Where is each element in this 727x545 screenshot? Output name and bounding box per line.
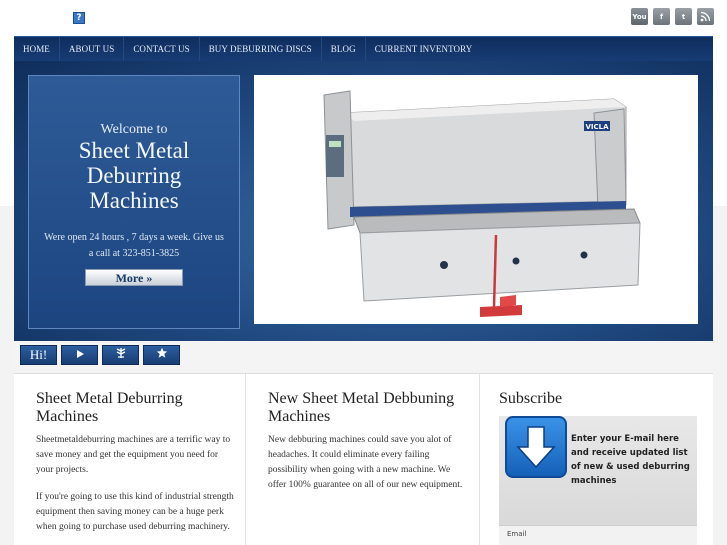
nav-about-us[interactable]: ABOUT US	[60, 36, 125, 62]
help-icon[interactable]: ?	[73, 12, 85, 24]
nav-buy-deburring-discs[interactable]: BUY DEBURRING DISCS	[200, 36, 322, 62]
machine-brand-label: VICLA	[585, 123, 609, 131]
star-icon	[156, 346, 168, 364]
column-1-paragraph-2: If you're going to use this kind of indu…	[36, 492, 234, 532]
top-bar: ? You f t	[0, 0, 727, 36]
nav-current-inventory[interactable]: CURRENT INVENTORY	[366, 37, 482, 62]
facebook-icon[interactable]: f	[653, 8, 670, 25]
column-2-paragraph-1: New debburing machines could save you al…	[268, 435, 463, 490]
more-button[interactable]: More »	[85, 269, 183, 286]
download-arrow-icon	[505, 416, 567, 478]
social-links: You f t	[631, 8, 714, 25]
hero-banner: Welcome to Sheet Metal Deburring Machine…	[14, 61, 713, 341]
main-navigation: HOME ABOUT US CONTACT US BUY DEBURRING D…	[14, 36, 713, 62]
column-sheet-metal: Sheet Metal Deburring Machines Sheetmeta…	[14, 374, 246, 545]
tab-star[interactable]	[143, 345, 180, 365]
machine-image: VICLA	[254, 75, 698, 324]
column-new-machines: New Sheet Metal Debbuning Machines New d…	[246, 374, 480, 545]
play-icon	[75, 346, 85, 364]
headline-line-3: Machines	[89, 188, 179, 213]
column-1-title: Sheet Metal Deburring Machines	[36, 390, 183, 425]
headline-line-1: Sheet Metal	[78, 138, 190, 163]
twitter-icon[interactable]: t	[675, 8, 692, 25]
welcome-text: Welcome to	[100, 122, 168, 137]
nav-blog[interactable]: BLOG	[322, 36, 366, 62]
tab-hi[interactable]: Hi!	[20, 345, 57, 365]
leaf-icon	[115, 346, 127, 364]
feature-tabs: Hi!	[14, 341, 713, 369]
welcome-panel: Welcome to Sheet Metal Deburring Machine…	[28, 75, 240, 329]
content-area: Sheet Metal Deburring Machines Sheetmeta…	[14, 373, 713, 545]
tab-play[interactable]	[61, 345, 98, 365]
nav-home[interactable]: HOME	[14, 36, 60, 62]
headline-line-2: Deburring	[86, 163, 182, 188]
subscribe-description: Enter your E-mail here and receive updat…	[571, 434, 690, 486]
column-subscribe: Subscribe Enter your E-mail here and rec…	[480, 374, 713, 545]
tab-leaf[interactable]	[102, 345, 139, 365]
subscribe-title: Subscribe	[499, 390, 563, 407]
youtube-icon[interactable]: You	[631, 8, 648, 25]
email-field-label: Email	[499, 525, 697, 545]
hero-headline: Sheet Metal Deburring Machines	[29, 138, 239, 213]
nav-contact-us[interactable]: CONTACT US	[124, 36, 200, 62]
column-1-paragraph-1: Sheetmetaldeburring machines are a terri…	[36, 435, 231, 475]
column-2-title: New Sheet Metal Debbuning Machines	[268, 390, 455, 425]
shear-machine-illustration: VICLA	[254, 75, 698, 324]
hero-description: Were open 24 hours , 7 days a week. Give…	[44, 232, 224, 259]
rss-icon[interactable]	[697, 8, 714, 25]
subscribe-panel: Enter your E-mail here and receive updat…	[499, 416, 697, 538]
